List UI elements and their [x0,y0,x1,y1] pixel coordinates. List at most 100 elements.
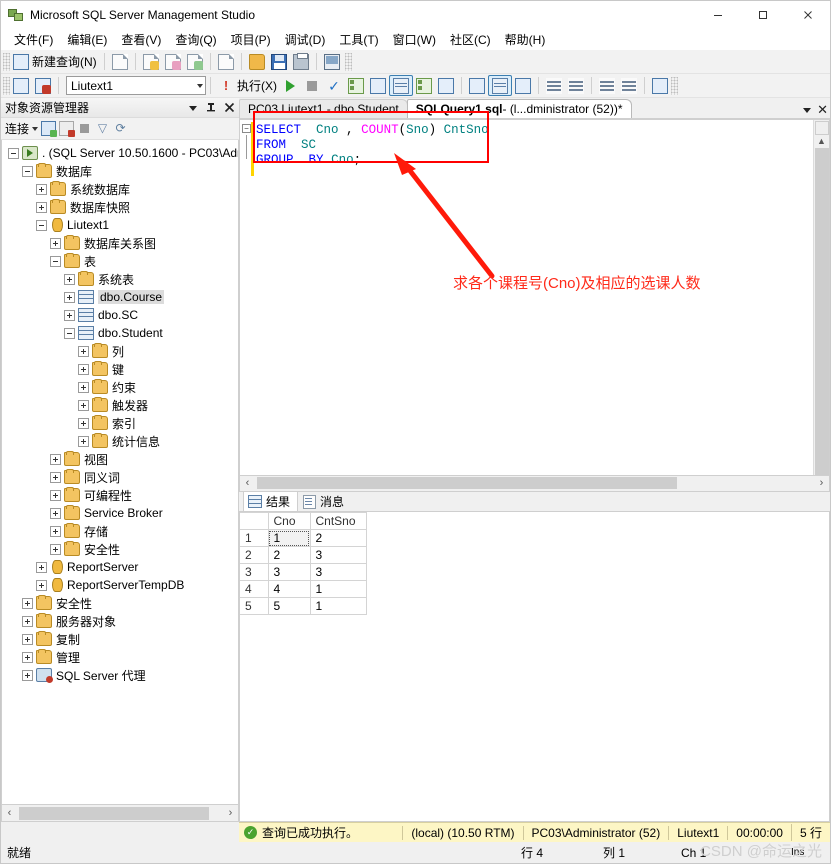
tree-node[interactable]: Service Broker [2,504,238,522]
toolbar-overflow[interactable] [344,52,352,71]
sql-editor[interactable]: − SELECT Cno , COUNT(Sno) CntSno FROM SC G… [239,119,830,476]
expand-icon[interactable] [78,417,89,429]
include-actual-plan-button[interactable] [466,75,488,96]
tab-dbo-student[interactable]: PC03.Liutext1 - dbo.Student [239,99,408,118]
expand-icon[interactable] [36,201,47,213]
disconnect-icon[interactable] [59,121,76,137]
expand-icon[interactable] [78,345,89,357]
menu-debug[interactable]: 调试(D) [278,29,333,50]
tree-node[interactable]: . (SQL Server 10.50.1600 - PC03\Administ [2,144,238,162]
menu-window[interactable]: 窗口(W) [386,29,443,50]
hscroll-track[interactable] [17,806,223,820]
row-number[interactable]: 1 [240,529,269,547]
new-file-button[interactable] [215,51,237,72]
tree-node[interactable]: dbo.Student [2,324,238,342]
expand-icon[interactable] [22,669,33,681]
menu-help[interactable]: 帮助(H) [498,29,553,50]
column-header-cntsno[interactable]: CntSno [309,512,367,530]
tree-node[interactable]: 复制 [2,630,238,648]
cell-cntsno[interactable]: 1 [309,580,367,598]
pin-icon[interactable] [203,100,219,116]
maximize-button[interactable] [740,1,785,28]
disconnect-button[interactable] [32,75,54,96]
tab-close-icon[interactable]: ✕ [817,103,828,116]
grid-corner-header[interactable] [240,512,269,530]
expand-icon[interactable] [64,291,75,303]
tree-node[interactable]: SQL Server 代理 [2,666,238,684]
menu-file[interactable]: 文件(F) [7,29,60,50]
table-row[interactable]: 223 [240,546,367,564]
scroll-left-icon[interactable]: ‹ [240,477,255,489]
tab-list-chevron-down-icon[interactable] [803,107,812,113]
new-dmx-query-button[interactable] [184,51,206,72]
row-number[interactable]: 4 [240,580,269,598]
stop-icon[interactable] [77,121,92,136]
tree-node[interactable]: dbo.SC [2,306,238,324]
expand-icon[interactable] [64,273,75,285]
collapse-icon[interactable] [22,165,33,177]
scroll-right-icon[interactable]: › [814,477,829,489]
collapse-icon[interactable] [64,327,75,339]
cell-cno[interactable]: 5 [267,597,311,615]
row-number[interactable]: 2 [240,546,269,564]
cell-cntsno[interactable]: 3 [309,546,367,564]
tree-node[interactable]: 同义词 [2,468,238,486]
uncomment-button[interactable] [565,75,587,96]
toggle-format-button[interactable] [649,75,671,96]
results-to-file-button[interactable] [435,75,457,96]
vscroll-thumb[interactable] [814,148,829,475]
menu-tools[interactable]: 工具(T) [332,29,385,50]
cell-cno[interactable]: 4 [267,580,311,598]
table-row[interactable]: 112 [240,529,367,547]
minimize-button[interactable] [695,1,740,28]
cell-cno[interactable]: 1 [267,529,311,547]
connect-menu-label[interactable]: 连接 [5,120,29,137]
open-file-button[interactable] [246,51,268,72]
cell-cno[interactable]: 3 [267,563,311,581]
include-client-stats-button[interactable] [488,75,512,96]
tree-node[interactable]: 数据库 [2,162,238,180]
collapse-icon[interactable] [36,219,47,231]
stop-button[interactable] [301,75,323,96]
new-analysis-query-button[interactable] [140,51,162,72]
table-row[interactable]: 333 [240,563,367,581]
results-grid[interactable]: Cno CntSno 112223333441551 [240,512,367,615]
new-query-button[interactable]: 新建查询(N) [10,51,100,72]
tree-node[interactable]: 数据库快照 [2,198,238,216]
tree-node[interactable]: 表 [2,252,238,270]
expand-icon[interactable] [50,525,61,537]
connect-chevron-down-icon[interactable] [32,126,39,131]
cell-cno[interactable]: 2 [267,546,311,564]
expand-icon[interactable] [50,489,61,501]
results-to-grid-button[interactable] [389,75,413,96]
tree-node[interactable]: Liutext1 [2,216,238,234]
menu-edit[interactable]: 编辑(E) [60,29,114,50]
expand-icon[interactable] [64,309,75,321]
print-button[interactable] [290,51,312,72]
toolbar-grip[interactable] [3,76,10,95]
cell-cntsno[interactable]: 2 [309,529,367,547]
editor-vscrollbar[interactable]: ▲ [813,120,829,475]
collapse-icon[interactable] [8,147,19,159]
tab-results[interactable]: 结果 [243,491,299,512]
email-button[interactable] [321,51,343,72]
close-icon[interactable] [221,100,237,116]
tree-node[interactable]: 管理 [2,648,238,666]
results-grid-host[interactable]: Cno CntSno 112223333441551 [239,511,830,822]
column-header-cno[interactable]: Cno [267,512,311,530]
tree-node[interactable]: ReportServerTempDB [2,576,238,594]
tree-node[interactable]: 安全性 [2,594,238,612]
tree-node[interactable]: 列 [2,342,238,360]
row-number[interactable]: 3 [240,563,269,581]
increase-indent-button[interactable] [618,75,640,96]
table-row[interactable]: 551 [240,597,367,615]
expand-icon[interactable] [50,237,61,249]
cell-cntsno[interactable]: 3 [309,563,367,581]
expand-icon[interactable] [36,561,47,573]
tree-node[interactable]: 统计信息 [2,432,238,450]
menu-query[interactable]: 查询(Q) [168,29,223,50]
save-button[interactable] [268,51,290,72]
collapse-region-icon[interactable]: − [242,124,251,133]
new-document-button[interactable] [109,51,131,72]
tab-sqlquery1[interactable]: SQLQuery1.sql - (l...dministrator (52))* [406,99,632,118]
